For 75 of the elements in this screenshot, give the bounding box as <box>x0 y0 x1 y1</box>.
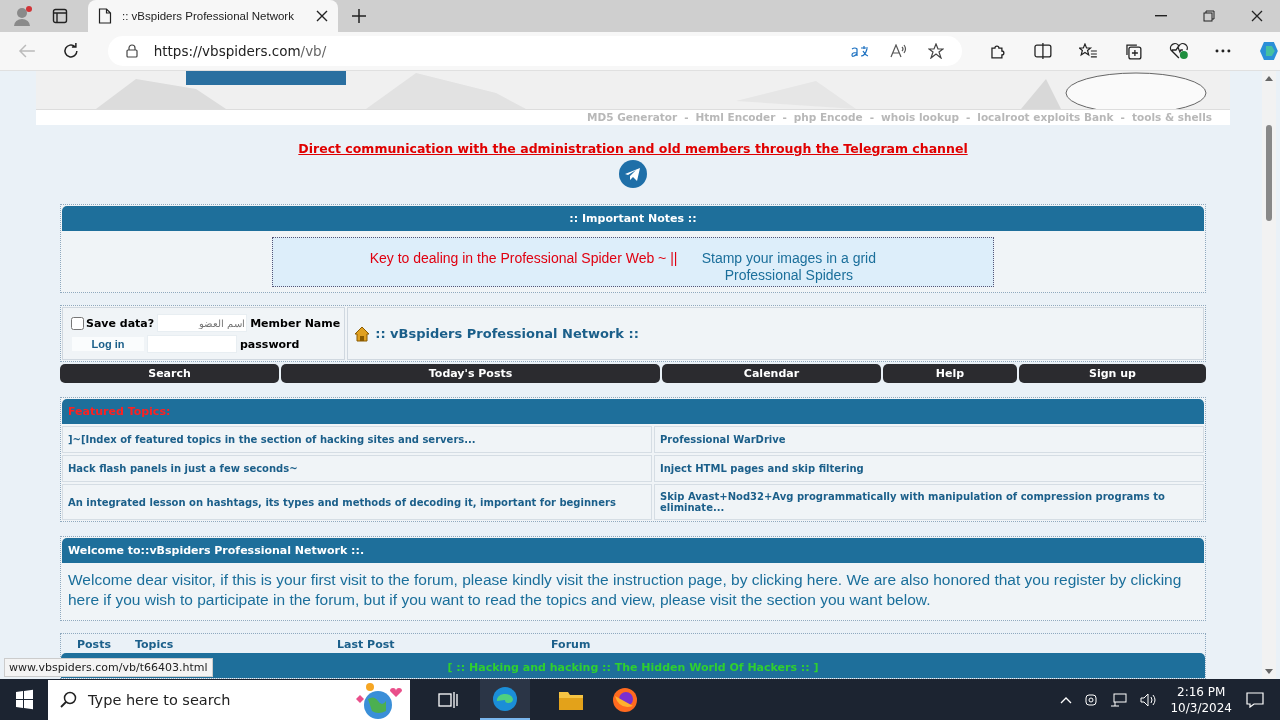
search-icon <box>60 690 78 709</box>
nav-button[interactable]: Today's Posts <box>281 364 660 383</box>
browser-tab[interactable]: :: vBspiders Professional Network <box>88 0 338 32</box>
profile-icon[interactable] <box>12 5 34 27</box>
more-icon[interactable] <box>1215 48 1232 53</box>
nav-button[interactable]: Sign up <box>1018 364 1206 383</box>
close-icon[interactable] <box>316 10 328 22</box>
scroll-up-icon[interactable] <box>1265 74 1273 81</box>
notes-link[interactable]: Key to dealing in the Professional Spider Web ~ || <box>369 250 678 266</box>
checkbox-label: Save data? <box>86 316 155 330</box>
clock-time[interactable]: 2:16 PM <box>1177 683 1226 700</box>
scroll-down-icon[interactable] <box>1265 669 1273 675</box>
nav-button[interactable]: Search <box>60 364 280 383</box>
topic-link[interactable]: ]~[Index of featured topics in the section of hacking sites and servers... <box>62 426 652 453</box>
column-header: Topics <box>135 638 175 651</box>
separator: - <box>684 111 689 124</box>
separator: - <box>1120 111 1125 124</box>
tab-title: :: vBspiders Professional Network <box>122 10 295 22</box>
telegram-link[interactable]: Direct communication with the administration and old members through the Telegram channel <box>298 141 968 156</box>
taskbar-search-field[interactable]: Type here to search <box>48 679 410 720</box>
collections-icon[interactable] <box>1123 41 1142 60</box>
field-label: Member Name <box>250 316 341 330</box>
telegram-icon[interactable] <box>619 160 647 188</box>
lock-icon <box>125 43 138 58</box>
panel-title: Featured Topics: <box>62 399 1204 424</box>
panel-title: Welcome to::vBspiders Professional Network ::. <box>62 538 1204 563</box>
topic-link[interactable]: Hack flash panels in just a few seconds~ <box>62 455 652 482</box>
read-aloud-icon[interactable] <box>890 43 909 58</box>
reload-icon[interactable] <box>61 41 80 60</box>
welcome-text: Welcome dear visitor, if this is your first visit to the forum, please kindly visit the instruction page, by clicking here. We are also honored that you register by clicking here if you wish to participate in the forum, but if you want to read the topics and view, please visit the section you want below. <box>67 570 1183 610</box>
url-text: https://vbspiders.com/vb/ <box>153 42 327 59</box>
address-field[interactable]: https://vbspiders.com/vb/ <box>107 35 963 66</box>
camera-icon[interactable] <box>1084 692 1099 707</box>
health-icon[interactable] <box>1168 41 1189 60</box>
save-checkbox[interactable] <box>71 316 84 330</box>
new-tab-icon[interactable] <box>352 9 366 23</box>
column-header: Last Post <box>337 638 396 651</box>
star-icon[interactable] <box>928 42 945 59</box>
column-header: Forum <box>551 638 592 651</box>
field-label: password <box>240 337 300 351</box>
separator: - <box>782 111 787 124</box>
browser-icon[interactable] <box>492 685 518 712</box>
username-field[interactable]: اسم العضو <box>157 314 248 332</box>
firefox-icon[interactable] <box>612 686 638 713</box>
home-icon[interactable] <box>354 325 371 342</box>
login-button[interactable]: Log in <box>72 337 144 351</box>
translate-icon[interactable] <box>850 43 871 58</box>
close-icon[interactable] <box>1251 10 1263 22</box>
panel-title: :: Important Notes :: <box>62 206 1204 231</box>
notes-link[interactable]: Stamp your images in a grid Professional Spiders <box>681 250 897 284</box>
topic-link[interactable]: Skip Avast+Nod32+Avg programmatically with manipulation of compression programs to eliminate... <box>654 484 1204 520</box>
topic-link[interactable]: Inject HTML pages and skip filtering <box>654 455 1204 482</box>
network-icon[interactable] <box>1110 692 1129 707</box>
favorites-icon[interactable] <box>1078 42 1097 59</box>
chevron-up-icon[interactable] <box>1060 695 1073 704</box>
tab-actions-icon[interactable] <box>52 8 68 24</box>
separator: - <box>869 111 874 124</box>
clock-date[interactable]: 10/3/2024 <box>1170 699 1232 716</box>
column-header: Posts <box>77 638 112 651</box>
separator: - <box>965 111 971 124</box>
status-url: www.vbspiders.com/vb/t66403.html <box>4 658 213 677</box>
page-icon <box>98 8 112 24</box>
volume-icon[interactable] <box>1140 692 1159 707</box>
notifications-icon[interactable] <box>1246 691 1264 708</box>
site-link[interactable]: :: vBspiders Professional Network :: <box>375 326 639 341</box>
topic-link[interactable]: An integrated lesson on hashtags, its types and methods of decoding it, important for beginners <box>62 484 652 520</box>
search-placeholder: Type here to search <box>88 691 231 708</box>
task-view-icon[interactable] <box>438 690 458 709</box>
nav-button[interactable]: Calendar <box>661 364 882 383</box>
split-screen-icon[interactable] <box>1034 42 1052 59</box>
nav-button[interactable]: Help <box>883 364 1017 383</box>
restore-icon[interactable] <box>1203 10 1215 22</box>
topic-link[interactable]: Professional WarDrive <box>654 426 1204 453</box>
copilot-icon[interactable] <box>1258 39 1280 62</box>
minimize-icon[interactable] <box>1155 15 1167 17</box>
